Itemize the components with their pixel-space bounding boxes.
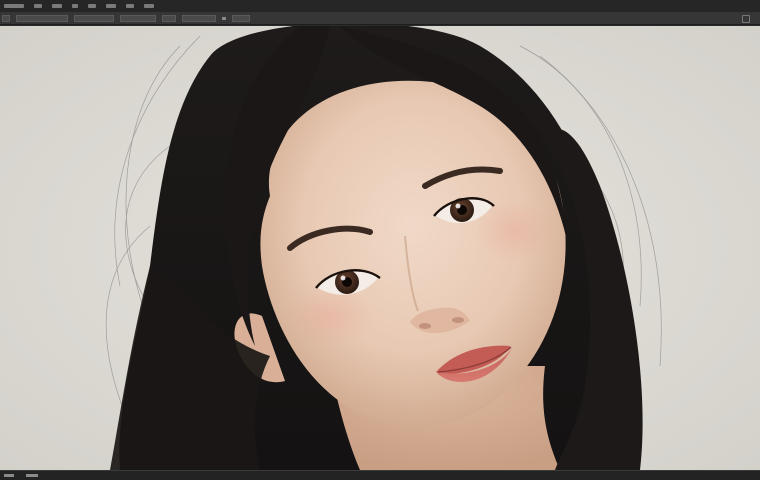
- image-editor-window: [0, 0, 760, 480]
- left-nostril: [419, 323, 431, 329]
- option-separator: [222, 16, 226, 20]
- option-field-3[interactable]: [120, 14, 156, 22]
- left-cheek: [285, 286, 375, 346]
- option-field-1[interactable]: [16, 14, 68, 22]
- document-canvas[interactable]: [0, 26, 760, 470]
- option-field-4[interactable]: [162, 14, 176, 22]
- status-bar: [0, 470, 760, 480]
- zoom-level-field[interactable]: [4, 474, 14, 477]
- menu-bar: [0, 0, 760, 12]
- menu-item-type[interactable]: [88, 4, 96, 8]
- tool-preset-picker[interactable]: [2, 14, 10, 22]
- option-field-2[interactable]: [74, 14, 114, 22]
- menu-item-view[interactable]: [144, 4, 154, 8]
- options-bar: [0, 12, 760, 25]
- menu-item-edit[interactable]: [34, 4, 42, 8]
- menu-item-layer[interactable]: [72, 4, 78, 8]
- menu-item-select[interactable]: [106, 4, 116, 8]
- menu-item-image[interactable]: [52, 4, 62, 8]
- right-nostril: [452, 317, 464, 323]
- option-field-5[interactable]: [182, 14, 216, 22]
- portrait-image: [0, 26, 760, 470]
- workspace-switcher-icon[interactable]: [742, 15, 750, 23]
- option-field-6[interactable]: [232, 14, 250, 22]
- menu-item-filter[interactable]: [126, 4, 134, 8]
- menu-item-file[interactable]: [4, 4, 24, 8]
- doc-info: [26, 474, 38, 477]
